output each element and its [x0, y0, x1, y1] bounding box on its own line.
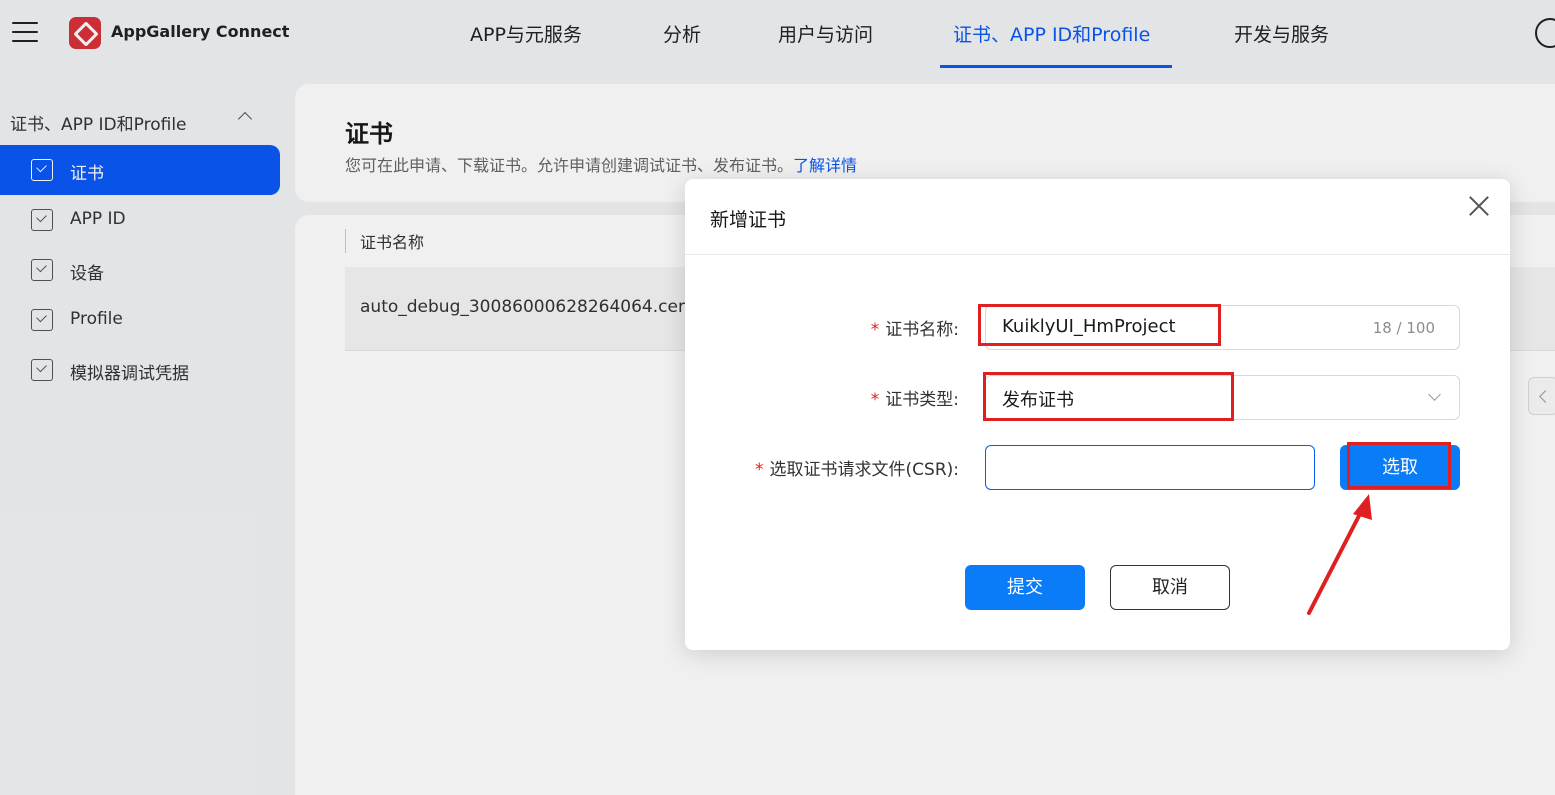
add-certificate-dialog: 新增证书 * 证书名称: KuiklyUI_HmProject 18 / 100 … — [685, 179, 1510, 650]
required-mark: * — [870, 320, 880, 340]
cert-name-input[interactable]: KuiklyUI_HmProject 18 / 100 — [985, 305, 1460, 350]
csr-file-input[interactable] — [985, 445, 1315, 490]
required-mark: * — [870, 390, 880, 410]
cert-name-label-text: 证书名称: — [885, 320, 959, 340]
csr-label: * 选取证书请求文件(CSR): — [755, 455, 959, 480]
cert-type-select[interactable]: 发布证书 — [985, 375, 1460, 420]
dialog-title: 新增证书 — [710, 209, 787, 231]
cert-type-value: 发布证书 — [1002, 390, 1074, 411]
dialog-divider — [685, 254, 1510, 255]
cert-type-label-text: 证书类型: — [885, 390, 959, 410]
required-mark: * — [755, 460, 764, 480]
char-counter: 18 / 100 — [1372, 319, 1435, 337]
chevron-down-icon — [1428, 388, 1441, 401]
cert-type-label: * 证书类型: — [871, 385, 959, 410]
close-icon[interactable] — [1468, 195, 1490, 217]
cert-name-value: KuiklyUI_HmProject — [1002, 316, 1176, 337]
annotation-arrow — [1307, 494, 1372, 615]
choose-csr-button[interactable]: 选取 — [1340, 445, 1460, 490]
csr-label-text: 选取证书请求文件(CSR): — [769, 460, 959, 480]
cert-name-label: * 证书名称: — [871, 315, 959, 340]
submit-button[interactable]: 提交 — [965, 565, 1085, 610]
cancel-button[interactable]: 取消 — [1110, 565, 1230, 610]
